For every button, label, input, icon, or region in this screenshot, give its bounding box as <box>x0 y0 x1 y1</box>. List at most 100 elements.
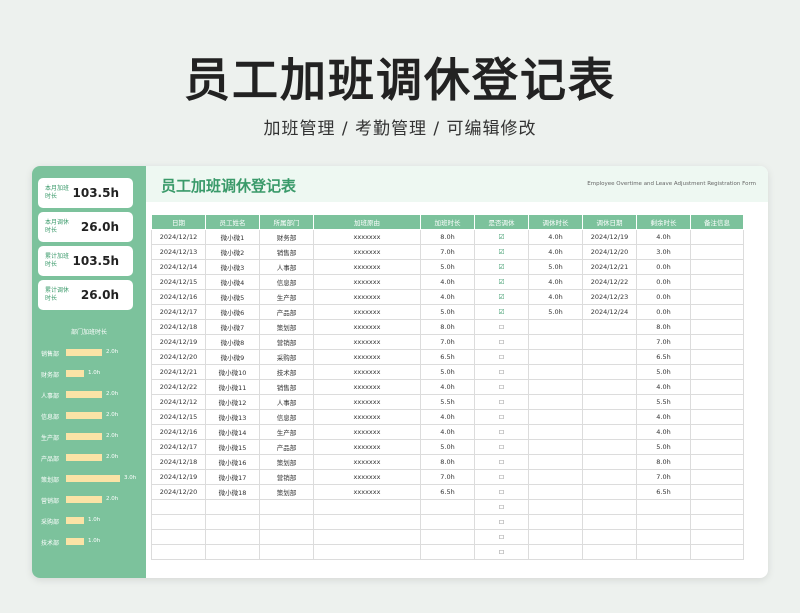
table-cell[interactable]: xxxxxxx <box>313 424 421 440</box>
table-cell[interactable]: 策划部 <box>259 454 314 470</box>
table-cell[interactable]: 2024/12/23 <box>582 289 637 305</box>
table-cell[interactable] <box>528 364 583 380</box>
table-cell[interactable] <box>528 454 583 470</box>
table-cell[interactable] <box>528 409 583 425</box>
table-cell[interactable] <box>690 544 744 560</box>
table-cell[interactable] <box>151 514 206 530</box>
table-cell[interactable] <box>582 544 637 560</box>
table-cell[interactable]: 人事部 <box>259 394 314 410</box>
table-cell[interactable]: 8.0h <box>420 454 475 470</box>
table-cell[interactable] <box>259 514 314 530</box>
checkbox-checked-icon[interactable]: ☑ <box>498 278 504 286</box>
checkbox-checked-icon[interactable]: ☑ <box>498 248 504 256</box>
table-cell[interactable]: 产品部 <box>259 304 314 320</box>
table-cell[interactable]: 4.0h <box>528 244 583 260</box>
table-cell[interactable] <box>582 529 637 545</box>
table-cell[interactable]: xxxxxxx <box>313 304 421 320</box>
table-cell[interactable]: 6.5h <box>420 484 475 500</box>
table-cell[interactable] <box>690 349 744 365</box>
table-cell[interactable]: 6.5h <box>636 484 691 500</box>
table-cell[interactable]: 5.0h <box>636 364 691 380</box>
table-cell[interactable] <box>690 499 744 515</box>
table-cell[interactable] <box>313 499 421 515</box>
checkbox-checked-icon[interactable]: ☑ <box>498 293 504 301</box>
table-cell[interactable]: xxxxxxx <box>313 229 421 245</box>
table-cell[interactable] <box>205 514 260 530</box>
leave-checkbox-cell[interactable]: ☐ <box>474 454 529 470</box>
checkbox-checked-icon[interactable]: ☑ <box>498 263 504 271</box>
leave-checkbox-cell[interactable]: ☐ <box>474 379 529 395</box>
table-cell[interactable] <box>582 349 637 365</box>
table-cell[interactable]: 微小微13 <box>205 409 260 425</box>
table-cell[interactable]: 微小微12 <box>205 394 260 410</box>
table-cell[interactable]: 人事部 <box>259 259 314 275</box>
table-cell[interactable]: 信息部 <box>259 274 314 290</box>
table-cell[interactable] <box>690 304 744 320</box>
checkbox-empty-icon[interactable]: ☐ <box>499 340 504 346</box>
table-cell[interactable]: 微小微1 <box>205 229 260 245</box>
leave-checkbox-cell[interactable]: ☐ <box>474 349 529 365</box>
table-cell[interactable] <box>259 544 314 560</box>
table-cell[interactable]: xxxxxxx <box>313 259 421 275</box>
table-cell[interactable] <box>690 439 744 455</box>
table-cell[interactable] <box>582 514 637 530</box>
table-cell[interactable]: xxxxxxx <box>313 364 421 380</box>
table-cell[interactable]: 微小微5 <box>205 289 260 305</box>
table-cell[interactable]: 微小微14 <box>205 424 260 440</box>
table-cell[interactable]: 4.0h <box>420 409 475 425</box>
table-cell[interactable]: xxxxxxx <box>313 274 421 290</box>
table-cell[interactable]: 2024/12/12 <box>151 394 206 410</box>
table-cell[interactable]: 2024/12/19 <box>151 469 206 485</box>
table-cell[interactable] <box>528 529 583 545</box>
table-cell[interactable]: 4.0h <box>636 229 691 245</box>
table-cell[interactable]: xxxxxxx <box>313 349 421 365</box>
table-cell[interactable] <box>528 544 583 560</box>
table-cell[interactable]: 2024/12/20 <box>151 484 206 500</box>
table-cell[interactable] <box>582 334 637 350</box>
table-cell[interactable] <box>528 439 583 455</box>
checkbox-empty-icon[interactable]: ☐ <box>499 415 504 421</box>
leave-checkbox-cell[interactable]: ☑ <box>474 304 529 320</box>
table-cell[interactable] <box>528 379 583 395</box>
table-cell[interactable]: 微小微11 <box>205 379 260 395</box>
table-cell[interactable] <box>636 499 691 515</box>
table-cell[interactable] <box>528 394 583 410</box>
table-cell[interactable] <box>636 514 691 530</box>
table-cell[interactable]: 5.0h <box>528 259 583 275</box>
table-cell[interactable]: 销售部 <box>259 244 314 260</box>
table-cell[interactable] <box>528 424 583 440</box>
table-cell[interactable]: 微小微2 <box>205 244 260 260</box>
leave-checkbox-cell[interactable]: ☑ <box>474 259 529 275</box>
table-cell[interactable]: 4.0h <box>420 289 475 305</box>
table-cell[interactable] <box>528 484 583 500</box>
table-cell[interactable] <box>636 529 691 545</box>
checkbox-empty-icon[interactable]: ☐ <box>499 445 504 451</box>
table-cell[interactable]: 2024/12/18 <box>151 454 206 470</box>
table-cell[interactable] <box>690 259 744 275</box>
table-cell[interactable] <box>582 454 637 470</box>
table-cell[interactable]: 财务部 <box>259 229 314 245</box>
table-cell[interactable]: 4.0h <box>528 274 583 290</box>
table-cell[interactable] <box>582 424 637 440</box>
checkbox-empty-icon[interactable]: ☐ <box>499 325 504 331</box>
table-cell[interactable] <box>690 334 744 350</box>
table-cell[interactable] <box>690 364 744 380</box>
checkbox-empty-icon[interactable]: ☐ <box>499 535 504 541</box>
table-cell[interactable]: xxxxxxx <box>313 454 421 470</box>
table-cell[interactable]: 策划部 <box>259 319 314 335</box>
table-cell[interactable]: 采购部 <box>259 349 314 365</box>
table-cell[interactable] <box>420 514 475 530</box>
checkbox-empty-icon[interactable]: ☐ <box>499 505 504 511</box>
table-cell[interactable]: 4.0h <box>636 379 691 395</box>
table-cell[interactable]: 微小微7 <box>205 319 260 335</box>
checkbox-empty-icon[interactable]: ☐ <box>499 355 504 361</box>
table-cell[interactable]: 2024/12/15 <box>151 409 206 425</box>
leave-checkbox-cell[interactable]: ☐ <box>474 544 529 560</box>
table-cell[interactable] <box>420 544 475 560</box>
table-cell[interactable] <box>690 274 744 290</box>
table-cell[interactable]: 4.0h <box>636 409 691 425</box>
table-cell[interactable] <box>205 529 260 545</box>
table-cell[interactable] <box>528 349 583 365</box>
checkbox-empty-icon[interactable]: ☐ <box>499 370 504 376</box>
table-cell[interactable]: 技术部 <box>259 364 314 380</box>
